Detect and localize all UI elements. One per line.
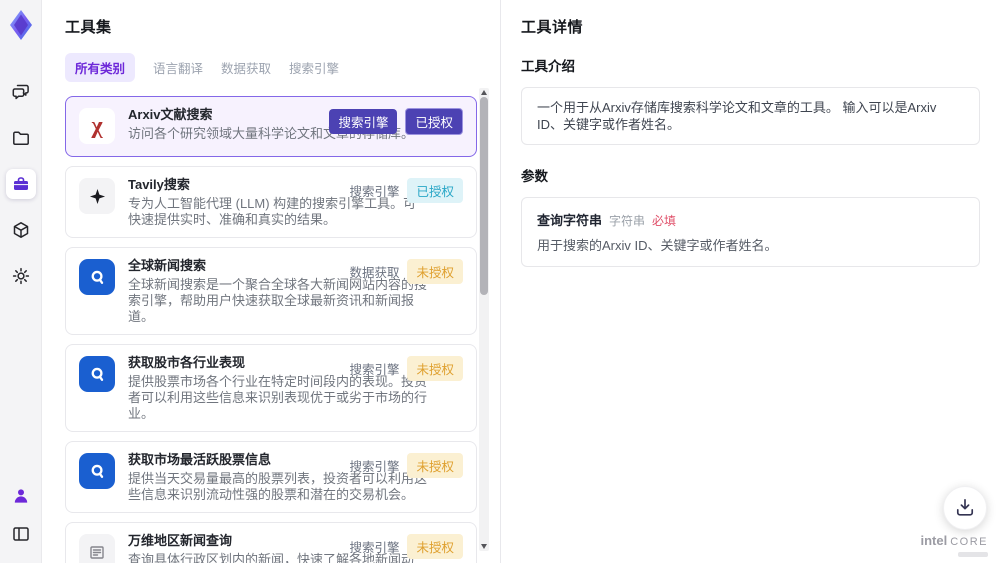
category-tab-label: 语言翻译 — [153, 62, 204, 76]
cube-icon[interactable] — [6, 215, 36, 245]
download-button[interactable] — [943, 486, 987, 530]
gear-icon[interactable] — [6, 261, 36, 291]
tool-intro-box: 一个用于从Arxiv存储库搜索科学论文和文章的工具。 输入可以是Arxiv ID… — [521, 87, 980, 145]
category-tab[interactable]: 所有类别 — [65, 53, 136, 82]
tool-card[interactable]: 全球新闻搜索 全球新闻搜索是一个聚合全球各大新闻网站内容的搜索引擎，帮助用户快速… — [65, 247, 477, 335]
scrollbar-thumb[interactable] — [480, 97, 488, 295]
category-tab-label: 数据获取 — [221, 62, 272, 76]
search-app-icon — [79, 356, 115, 392]
arxiv-icon: χ — [79, 108, 115, 144]
tool-card[interactable]: χ Arxiv文献搜索 访问各个研究领域大量科学论文和文章的存储库。 搜索引擎 … — [65, 96, 477, 157]
category-tab[interactable]: 搜索引擎 — [289, 53, 339, 82]
category-tab-label: 搜索引擎 — [289, 62, 340, 76]
auth-status-badge: 未授权 — [407, 534, 463, 559]
category-badge: 搜索引擎 — [349, 185, 400, 199]
search-app-icon — [79, 259, 115, 295]
brand-core-text: core — [950, 536, 988, 548]
param-head: 查询字符串 字符串 必填 — [537, 210, 964, 229]
panel-toggle-icon[interactable] — [6, 519, 36, 549]
category-badge: 搜索引擎 — [349, 460, 400, 474]
brand-subtext — [958, 552, 988, 557]
tool-badges: 搜索引擎 已授权 — [329, 108, 463, 135]
newspaper-icon — [79, 534, 115, 563]
tool-card[interactable]: 万维地区新闻查询 查询具体行政区划内的新闻，快速了解各地新闻动态。 搜索引擎 未… — [65, 522, 477, 563]
scroll-up-arrow-icon[interactable] — [481, 90, 487, 95]
download-icon — [955, 497, 975, 520]
search-app-icon — [79, 453, 115, 489]
tool-list: χ Arxiv文献搜索 访问各个研究领域大量科学论文和文章的存储库。 搜索引擎 … — [65, 96, 477, 563]
page-title: 工具集 — [65, 19, 112, 36]
category-tab[interactable]: 数据获取 — [221, 53, 271, 82]
app-window: 工具集 所有类别 语言翻译 数据获取 搜索引擎 χ Arxiv文献搜索 访问各个… — [0, 0, 1000, 563]
user-icon[interactable] — [6, 481, 36, 511]
category-tab[interactable]: 语言翻译 — [153, 53, 203, 82]
auth-status-badge: 未授权 — [407, 356, 463, 381]
param-card: 查询字符串 字符串 必填 用于搜索的Arxiv ID、关键字或作者姓名。 — [521, 197, 980, 267]
param-type: 字符串 — [609, 214, 646, 228]
tool-badges: 搜索引擎 未授权 — [349, 356, 463, 381]
tool-description: 全球新闻搜索是一个聚合全球各大新闻网站内容的搜索引擎，帮助用户快速获取全球最新资… — [128, 277, 428, 324]
param-name: 查询字符串 — [537, 213, 603, 228]
tool-card[interactable]: 获取股市各行业表现 提供股票市场各个行业在特定时间段内的表现。投资者可以利用这些… — [65, 344, 477, 432]
category-tab-label: 所有类别 — [75, 62, 126, 76]
scroll-down-arrow-icon[interactable] — [481, 544, 487, 549]
intel-core-logo: intel core — [920, 533, 988, 548]
param-required-flag: 必填 — [652, 214, 677, 228]
category-tabs: 所有类别 语言翻译 数据获取 搜索引擎 — [65, 53, 500, 82]
tool-card[interactable]: 获取市场最活跃股票信息 提供当天交易量最高的股票列表，投资者可以利用这些信息来识… — [65, 441, 477, 513]
brand-intel-text: intel — [920, 533, 948, 548]
detail-title: 工具详情 — [521, 19, 584, 36]
tool-card[interactable]: Tavily搜索 专为人工智能代理 (LLM) 构建的搜索引擎工具。可快速提供实… — [65, 166, 477, 238]
tool-list-panel: 工具集 所有类别 语言翻译 数据获取 搜索引擎 χ Arxiv文献搜索 访问各个… — [42, 0, 500, 563]
sidebar — [0, 0, 42, 563]
tool-badges: 搜索引擎 已授权 — [349, 178, 463, 203]
chat-icon[interactable] — [6, 77, 36, 107]
tool-badges: 数据获取 未授权 — [349, 259, 463, 284]
param-description: 用于搜索的Arxiv ID、关键字或作者姓名。 — [537, 238, 778, 253]
folder-icon[interactable] — [6, 123, 36, 153]
app-logo-icon — [8, 10, 34, 45]
category-badge: 搜索引擎 — [329, 109, 398, 134]
params-heading: 参数 — [521, 169, 548, 184]
tool-badges: 搜索引擎 未授权 — [349, 534, 463, 559]
category-badge: 数据获取 — [349, 266, 400, 280]
tavily-icon — [79, 178, 115, 214]
params-list: 查询字符串 字符串 必填 用于搜索的Arxiv ID、关键字或作者姓名。 — [521, 197, 980, 267]
auth-status-badge: 已授权 — [407, 178, 463, 203]
intro-heading: 工具介绍 — [521, 59, 575, 74]
briefcase-icon[interactable] — [5, 169, 36, 199]
category-badge: 搜索引擎 — [349, 363, 400, 377]
auth-status-badge: 未授权 — [407, 259, 463, 284]
scrollbar-track[interactable] — [479, 88, 489, 551]
sidebar-nav — [5, 77, 36, 291]
category-badge: 搜索引擎 — [349, 541, 400, 555]
tool-detail-panel: 工具详情 工具介绍 一个用于从Arxiv存储库搜索科学论文和文章的工具。 输入可… — [500, 0, 1000, 563]
sidebar-bottom — [6, 481, 36, 549]
tool-description: 提供股票市场各个行业在特定时间段内的表现。投资者可以利用这些信息来识别表现优于或… — [128, 374, 428, 421]
tool-badges: 搜索引擎 未授权 — [349, 453, 463, 478]
auth-status-badge: 未授权 — [407, 453, 463, 478]
auth-status-badge: 已授权 — [405, 108, 463, 135]
